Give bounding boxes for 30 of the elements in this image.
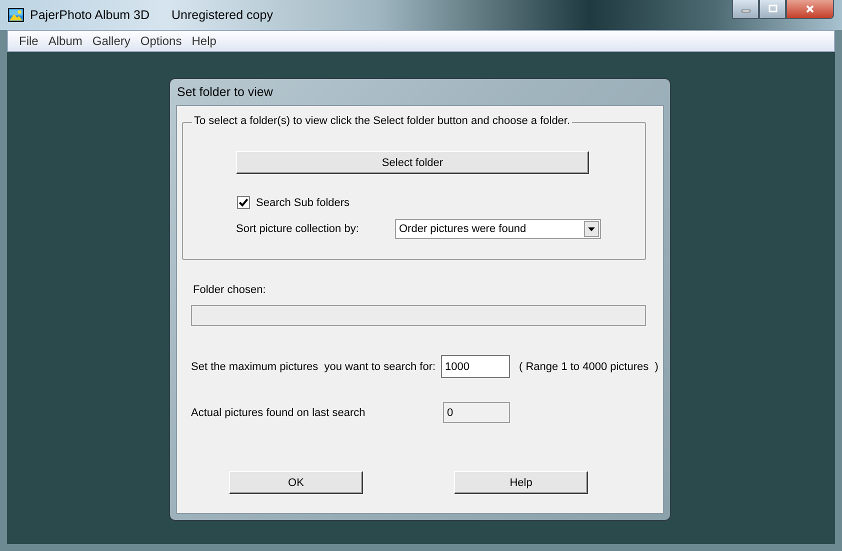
menu-item[interactable]: File [14, 34, 44, 48]
window-title: PajerPhoto Album 3D [30, 8, 150, 22]
field-label: Actual pictures found on last search [191, 406, 366, 418]
minimize-button[interactable] [732, 0, 759, 19]
dropdown-arrow-icon [588, 226, 595, 232]
input-field[interactable]: 1000 [441, 355, 510, 378]
group-label: To select a folder(s) to view click the Select folder button and choose a folder. [192, 115, 572, 127]
checkmark-icon [238, 197, 249, 208]
close-button[interactable] [786, 0, 834, 19]
select-folder-button[interactable]: Select folder [236, 151, 589, 174]
menu-item[interactable]: Help [186, 34, 222, 48]
maximize-button[interactable] [759, 0, 786, 19]
maximize-icon [768, 4, 778, 14]
count-field: 0 [443, 402, 510, 423]
menu-item[interactable]: Options [135, 34, 187, 48]
sort-dropdown[interactable]: Order pictures were found [395, 219, 601, 239]
checkbox-label: Search Sub folders [256, 196, 350, 208]
landscape-icon [8, 8, 24, 22]
range-hint: ( Range 1 to 4000 pictures ) [519, 360, 658, 372]
sort-label: Sort picture collection by: [236, 223, 360, 235]
close-icon [805, 4, 815, 14]
dialog-button[interactable]: Help [454, 471, 588, 494]
field-label: Folder chosen: [193, 284, 267, 296]
checkbox[interactable] [237, 196, 250, 209]
menu-item[interactable]: Gallery [87, 34, 136, 48]
dialog-button[interactable]: OK [229, 471, 363, 494]
dialog-title: Set folder to view [177, 85, 273, 99]
menu-item[interactable]: Album [43, 34, 88, 48]
window-subtitle: Unregistered copy [172, 8, 273, 22]
field-label: Set the maximum pictures you want to search for: [191, 360, 437, 372]
